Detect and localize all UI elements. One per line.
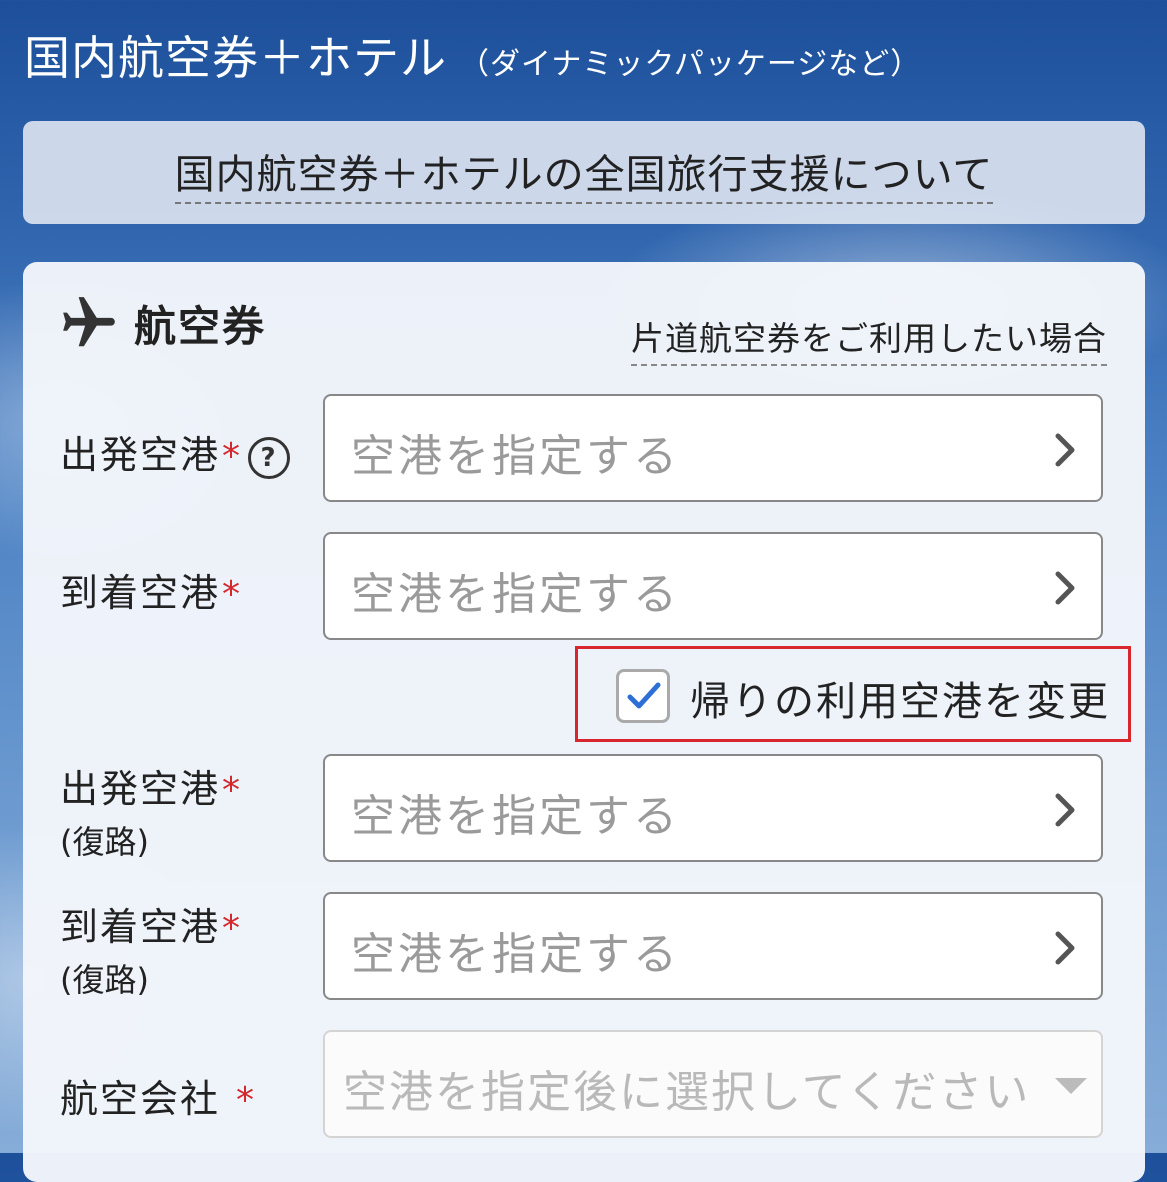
chevron-right-icon [1055, 793, 1075, 827]
departure-airport-select[interactable]: 空港を指定する [323, 394, 1103, 502]
return-arrival-airport-placeholder: 空港を指定する [351, 929, 680, 980]
page-title: 国内航空券＋ホテル （ダイナミックパッケージなど） [24, 22, 921, 88]
page-title-sub: （ダイナミックパッケージなど） [459, 47, 922, 82]
departure-airport-label: 出発空港*? [60, 424, 291, 479]
return-departure-airport-placeholder: 空港を指定する [351, 791, 680, 842]
return-leg-sublabel: (復路) [60, 961, 149, 999]
travel-support-banner: 国内航空券＋ホテルの全国旅行支援について [23, 121, 1145, 224]
return-arrival-airport-label: 到着空港* (復路) [60, 896, 242, 1001]
change-return-airport-checkbox[interactable] [616, 669, 670, 723]
departure-airport-placeholder: 空港を指定する [351, 431, 680, 482]
airline-label-text: 航空会社 [60, 1077, 221, 1121]
page-title-main: 国内航空券＋ホテル [24, 31, 447, 85]
arrival-airport-label-text: 到着空港 [60, 571, 221, 615]
oneway-ticket-link[interactable]: 片道航空券をご利用したい場合 [631, 312, 1107, 366]
required-mark: * [222, 770, 243, 811]
arrival-airport-select[interactable]: 空港を指定する [323, 532, 1103, 640]
return-arrival-airport-label-text: 到着空港 [60, 905, 221, 949]
airline-placeholder: 空港を指定後に選択してください [343, 1067, 1031, 1118]
chevron-right-icon [1055, 433, 1075, 467]
return-leg-sublabel: (復路) [60, 823, 149, 861]
required-mark: * [222, 908, 243, 949]
flight-search-card: 航空券 片道航空券をご利用したい場合 出発空港*? 空港を指定する 到着空港* … [23, 262, 1145, 1182]
change-return-airport-toggle[interactable]: 帰りの利用空港を変更 [575, 646, 1131, 742]
required-mark: * [222, 574, 243, 615]
return-departure-airport-select[interactable]: 空港を指定する [323, 754, 1103, 862]
airplane-icon [58, 292, 120, 354]
travel-support-link[interactable]: 国内航空券＋ホテルの全国旅行支援について [174, 142, 994, 204]
airline-select[interactable]: 空港を指定後に選択してください [323, 1030, 1103, 1138]
flight-section-header: 航空券 [58, 292, 266, 354]
arrival-airport-label: 到着空港* [60, 562, 242, 617]
return-arrival-airport-select[interactable]: 空港を指定する [323, 892, 1103, 1000]
chevron-right-icon [1055, 931, 1075, 965]
flight-section-title: 航空券 [134, 301, 267, 351]
dropdown-arrow-icon [1055, 1078, 1087, 1094]
checkmark-icon [627, 682, 661, 709]
airline-label: 航空会社 * [60, 1068, 256, 1123]
change-return-airport-label: 帰りの利用空港を変更 [690, 679, 1110, 725]
departure-airport-label-text: 出発空港 [60, 433, 221, 477]
help-icon[interactable]: ? [248, 436, 291, 479]
required-mark: * [236, 1080, 257, 1121]
return-departure-airport-label-text: 出発空港 [60, 767, 221, 811]
required-mark: * [222, 436, 243, 477]
return-departure-airport-label: 出発空港* (復路) [60, 758, 242, 863]
chevron-right-icon [1055, 571, 1075, 605]
arrival-airport-placeholder: 空港を指定する [351, 569, 680, 620]
